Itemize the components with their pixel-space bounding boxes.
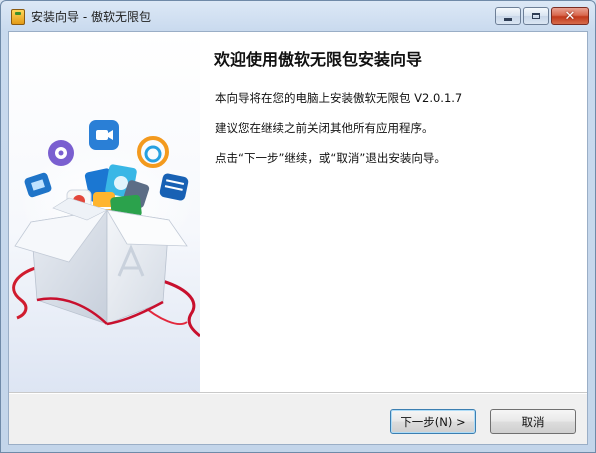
install-info-text: 本向导将在您的电脑上安装傲软无限包 V2.0.1.7 (215, 91, 463, 105)
next-button[interactable]: 下一步(N) > (390, 409, 476, 434)
title-bar[interactable]: 安装向导 - 傲软无限包 ✕ (1, 1, 595, 31)
minimize-icon (504, 17, 512, 21)
film-reel-icon (48, 140, 74, 166)
welcome-heading: 欢迎使用傲软无限包安装向导 (214, 50, 423, 69)
banner-image (9, 32, 201, 392)
footer-divider (9, 392, 587, 394)
maximize-button[interactable] (523, 7, 549, 25)
next-or-cancel-hint-text: 点击“下一步”继续，或“取消”退出安装向导。 (215, 151, 446, 165)
window-title: 安装向导 - 傲软无限包 (31, 10, 151, 24)
video-camera-icon (89, 120, 119, 150)
maximize-icon (532, 13, 540, 19)
gift-box-illustration (9, 32, 201, 392)
close-button[interactable]: ✕ (551, 7, 589, 25)
installer-window: 安装向导 - 傲软无限包 ✕ 欢迎使用傲软无限包安装向导 本向导将在您的电脑上安… (0, 0, 596, 453)
welcome-panel: 欢迎使用傲软无限包安装向导 本向导将在您的电脑上安装傲软无限包 V2.0.1.7… (200, 32, 587, 392)
close-icon: ✕ (564, 8, 576, 24)
installer-app-icon (11, 9, 25, 25)
minimize-button[interactable] (495, 7, 521, 25)
close-apps-advice-text: 建议您在继续之前关闭其他所有应用程序。 (215, 121, 434, 135)
cancel-button[interactable]: 取消 (490, 409, 576, 434)
wizard-body: 欢迎使用傲软无限包安装向导 本向导将在您的电脑上安装傲软无限包 V2.0.1.7… (8, 31, 588, 445)
